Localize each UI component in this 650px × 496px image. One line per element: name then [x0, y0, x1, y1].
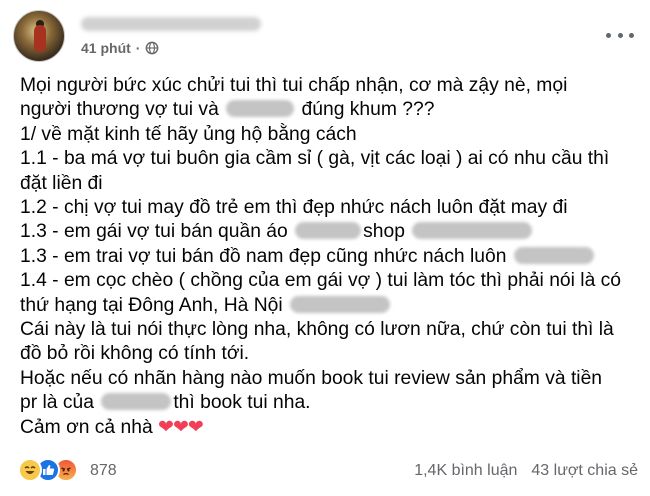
text-span: pr là của [20, 392, 94, 414]
redacted-text [226, 100, 295, 118]
post-meta: 41 phút · [81, 39, 159, 57]
text-span: 1.3 - em gái vợ tui bán quần áo [20, 221, 288, 243]
post-body: Mọi người bức xúc chửi tui thì tui chấp … [20, 74, 640, 440]
redacted-text [101, 393, 172, 411]
avatar-figure-body [34, 25, 46, 51]
post-timestamp[interactable]: 41 phút [81, 40, 131, 56]
text-span: đồ bỏ rồi không có tính tới. [20, 343, 250, 365]
text-span: 1.1 - ba má vợ tui buôn gia cầm sỉ ( gà,… [20, 148, 610, 170]
redacted-link[interactable] [290, 295, 391, 313]
text-span: 1.2 - chị vợ tui may đồ trẻ em thì đẹp n… [20, 197, 568, 219]
text-line: người thương vợ tui và đúng khum ??? [20, 98, 640, 122]
post-header: 41 phút · [13, 10, 638, 62]
text-span: Mọi người bức xúc chửi tui thì tui chấp … [20, 75, 568, 96]
text-line: 1.3 - em gái vợ tui bán quần áo shop [20, 220, 640, 244]
redacted-link[interactable] [412, 222, 533, 240]
reaction-count[interactable]: 878 [90, 462, 117, 480]
author-name-redacted[interactable] [81, 17, 261, 31]
text-span: shop [363, 221, 405, 243]
facebook-post: 41 phút · Mọi người bức xúc chửi tui thì… [0, 0, 650, 496]
text-line: Cảm ơn cả nhà ❤❤❤ [20, 416, 640, 440]
text-line: 1.1 - ba má vợ tui buôn gia cầm sỉ ( gà,… [20, 147, 640, 171]
meta-separator: · [135, 40, 141, 56]
text-line: pr là của thì book tui nha. [20, 391, 640, 415]
text-span: người thương vợ tui và [20, 99, 219, 121]
text-line: thứ hạng tại Đông Anh, Hà Nội [20, 294, 640, 318]
text-span: Cái này là tui nói thực lòng nha, không … [20, 319, 614, 341]
text-span: Cảm ơn cả nhà [20, 416, 153, 438]
text-span: thứ hạng tại Đông Anh, Hà Nội [20, 294, 283, 316]
text-line: 1/ về mặt kinh tế hãy ủng hộ bằng cách [20, 123, 640, 147]
text-line: Hoặc nếu có nhãn hàng nào muốn book tui … [20, 367, 640, 391]
text-span: đặt liền đi [20, 172, 103, 194]
text-line: Mọi người bức xúc chửi tui thì tui chấp … [20, 74, 640, 98]
heart-emoji-icon: ❤❤❤ [158, 416, 204, 438]
text-span: 1.4 - em cọc chèo ( chồng của em gái vợ … [20, 270, 622, 292]
text-span: 1/ về mặt kinh tế hãy ủng hộ bằng cách [20, 123, 357, 145]
post-stats: 1,4K bình luận 43 lượt chia sẻ [414, 462, 638, 480]
text-span: đúng khum ??? [301, 99, 435, 121]
comment-count[interactable]: 1,4K bình luận [414, 462, 517, 480]
share-count[interactable]: 43 lượt chia sẻ [531, 462, 638, 480]
text-line: đồ bỏ rồi không có tính tới. [20, 342, 640, 366]
post-footer: 878 1,4K bình luận 43 lượt chia sẻ [18, 458, 638, 486]
author-avatar[interactable] [13, 10, 65, 62]
globe-icon [146, 41, 159, 55]
text-line: Cái này là tui nói thực lòng nha, không … [20, 318, 640, 342]
redacted-link[interactable] [295, 222, 362, 240]
haha-reaction-icon [18, 458, 42, 482]
text-span: Hoặc nếu có nhãn hàng nào muốn book tui … [20, 367, 603, 389]
reaction-icons[interactable] [18, 458, 78, 482]
text-line: 1.4 - em cọc chèo ( chồng của em gái vợ … [20, 269, 640, 293]
text-line: 1.3 - em trai vợ tui bán đồ nam đẹp cũng… [20, 245, 640, 269]
text-line: 1.2 - chị vợ tui may đồ trẻ em thì đẹp n… [20, 196, 640, 220]
text-span: thì book tui nha. [173, 392, 311, 414]
text-line: đặt liền đi [20, 172, 640, 196]
more-options-icon[interactable] [606, 28, 634, 42]
text-span: 1.3 - em trai vợ tui bán đồ nam đẹp cũng… [20, 245, 507, 267]
redacted-link[interactable] [513, 246, 594, 264]
